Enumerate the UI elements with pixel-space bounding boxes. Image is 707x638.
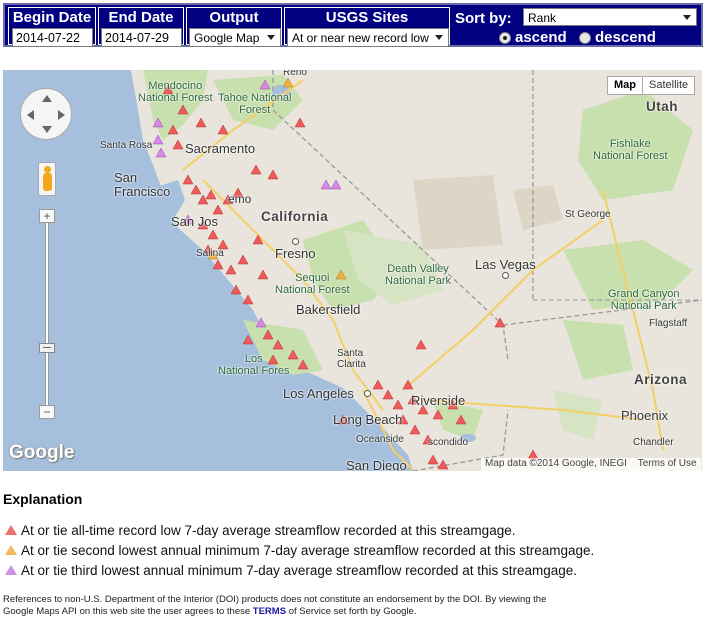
begin-date-cell: Begin Date	[8, 7, 96, 47]
descend-radio[interactable]	[579, 32, 591, 44]
purple-triangle-icon	[5, 565, 17, 575]
los-angeles-dot	[364, 390, 371, 397]
map-type-satellite-button[interactable]: Satellite	[642, 76, 696, 95]
footer-disclaimer: References to non-U.S. Department of the…	[3, 594, 603, 618]
zoom-slider-track[interactable]	[45, 216, 49, 416]
begin-date-label: Begin Date	[12, 9, 92, 26]
label-san-francisco: San Francisco	[114, 170, 171, 199]
label-st-george: St George	[565, 209, 611, 220]
descend-label: descend	[595, 29, 656, 46]
chevron-down-icon	[267, 35, 275, 40]
label-phoenix: Phoenix	[621, 408, 668, 423]
google-map[interactable]: Map Satellite + − Reno Mendocino Nationa…	[3, 70, 702, 471]
street-view-pegman-icon[interactable]	[38, 162, 56, 196]
begin-date-input[interactable]	[12, 28, 93, 47]
chevron-down-icon	[683, 15, 691, 20]
label-salinas: Salina	[196, 248, 224, 259]
las-vegas-dot	[502, 272, 509, 279]
usgs-sites-select-value: At or near new record low	[292, 31, 429, 45]
label-fresno: Fresno	[275, 246, 316, 261]
footer-text-3: of Service set forth by Google.	[288, 606, 417, 617]
pan-up-icon[interactable]	[42, 95, 52, 102]
label-san-jose: San Jos	[171, 214, 218, 229]
label-chandler: Chandler	[633, 437, 674, 448]
legend-text: At or tie third lowest annual minimum 7-…	[21, 563, 578, 578]
usgs-sites-label: USGS Sites	[325, 9, 409, 26]
label-santa-rosa: Santa Rosa	[100, 140, 153, 151]
label-los-angeles: Los Angeles	[283, 386, 354, 401]
end-date-input[interactable]	[101, 28, 182, 47]
usgs-sites-select[interactable]: At or near new record low	[287, 28, 449, 47]
legend-item-record-low: At or tie all-time record low 7-day aver…	[5, 523, 515, 538]
label-reno: Reno	[283, 70, 307, 78]
label-long-beach: Long Beach	[333, 412, 403, 427]
label-bakersfield: Bakersfield	[296, 302, 361, 317]
explanation-title: Explanation	[3, 491, 83, 507]
label-grand-canyon: Grand Canyon National Park	[608, 288, 680, 312]
zoom-out-button[interactable]: −	[39, 405, 55, 419]
pan-left-icon[interactable]	[27, 110, 34, 120]
usgs-sites-cell: USGS Sites At or near new record low	[284, 7, 450, 47]
pegman-body	[43, 173, 52, 191]
red-triangle-icon	[5, 525, 17, 535]
pan-control[interactable]	[20, 88, 72, 140]
legend-item-third-lowest: At or tie third lowest annual minimum 7-…	[5, 563, 577, 578]
output-label: Output	[209, 9, 259, 26]
pan-down-icon[interactable]	[42, 126, 52, 133]
chevron-down-icon	[435, 35, 443, 40]
fresno-dot	[292, 238, 299, 245]
terms-of-use-link[interactable]: Terms of Use	[638, 458, 697, 469]
terms-link[interactable]: TERMS	[253, 606, 286, 617]
label-san-diego: San Diego	[346, 458, 407, 471]
label-flagstaff: Flagstaff	[649, 318, 688, 329]
legend-text: At or tie second lowest annual minimum 7…	[21, 543, 595, 558]
label-las-vegas: Las Vegas	[475, 257, 536, 272]
legend-text: At or tie all-time record low 7-day aver…	[21, 523, 516, 538]
label-utah: Utah	[646, 99, 678, 114]
map-attribution: Map data ©2014 Google, INEGI Terms of Us…	[481, 458, 701, 471]
label-sacramento: Sacramento	[185, 141, 256, 156]
end-date-cell: End Date	[98, 7, 184, 47]
legend-item-second-lowest: At or tie second lowest annual minimum 7…	[5, 543, 594, 558]
google-logo: Google	[9, 442, 75, 463]
label-fremont: emo	[228, 192, 252, 206]
query-form-bar: Begin Date End Date Output Google Map US…	[3, 3, 703, 47]
label-california: California	[261, 209, 329, 224]
pan-right-icon[interactable]	[58, 110, 65, 120]
label-escondido: scondido	[428, 437, 469, 448]
ascend-radio[interactable]	[499, 32, 511, 44]
map-type-map-button[interactable]: Map	[607, 76, 643, 95]
label-los-padres: Los National Fores	[218, 353, 290, 377]
ascend-label: ascend	[515, 29, 567, 46]
label-oceanside: Oceanside	[356, 434, 404, 445]
zoom-slider-handle[interactable]	[39, 343, 55, 353]
footer-text-2: Google Maps API on this web site the use…	[3, 606, 251, 617]
label-tahoe: Tahoe National Forest	[218, 92, 292, 116]
sort-by-select-value: Rank	[528, 11, 557, 25]
sort-by-label: Sort by:	[455, 10, 512, 27]
map-base-layer	[3, 70, 702, 471]
desert-area	[413, 175, 503, 250]
label-sequoia: Sequoi National Forest	[275, 272, 350, 296]
map-data-credit: Map data ©2014 Google, INEGI	[485, 458, 627, 469]
end-date-label: End Date	[108, 9, 174, 26]
output-select[interactable]: Google Map	[189, 28, 281, 47]
label-arizona: Arizona	[634, 372, 688, 387]
label-death-valley: Death Valley National Park	[385, 263, 452, 287]
output-select-value: Google Map	[194, 31, 260, 45]
orange-triangle-icon	[5, 545, 17, 555]
label-riverside: Riverside	[411, 393, 466, 408]
pegman-head	[44, 166, 51, 173]
label-mendocino: Mendocino National Forest	[138, 80, 213, 104]
sort-by-select[interactable]: Rank	[523, 8, 697, 26]
label-fishlake: Fishlake National Forest	[593, 138, 668, 162]
output-cell: Output Google Map	[186, 7, 282, 47]
footer-text-1: References to non-U.S. Department of the…	[3, 594, 547, 605]
label-santa-clarita: Santa Clarita	[337, 348, 366, 370]
zoom-in-button[interactable]: +	[39, 209, 55, 223]
